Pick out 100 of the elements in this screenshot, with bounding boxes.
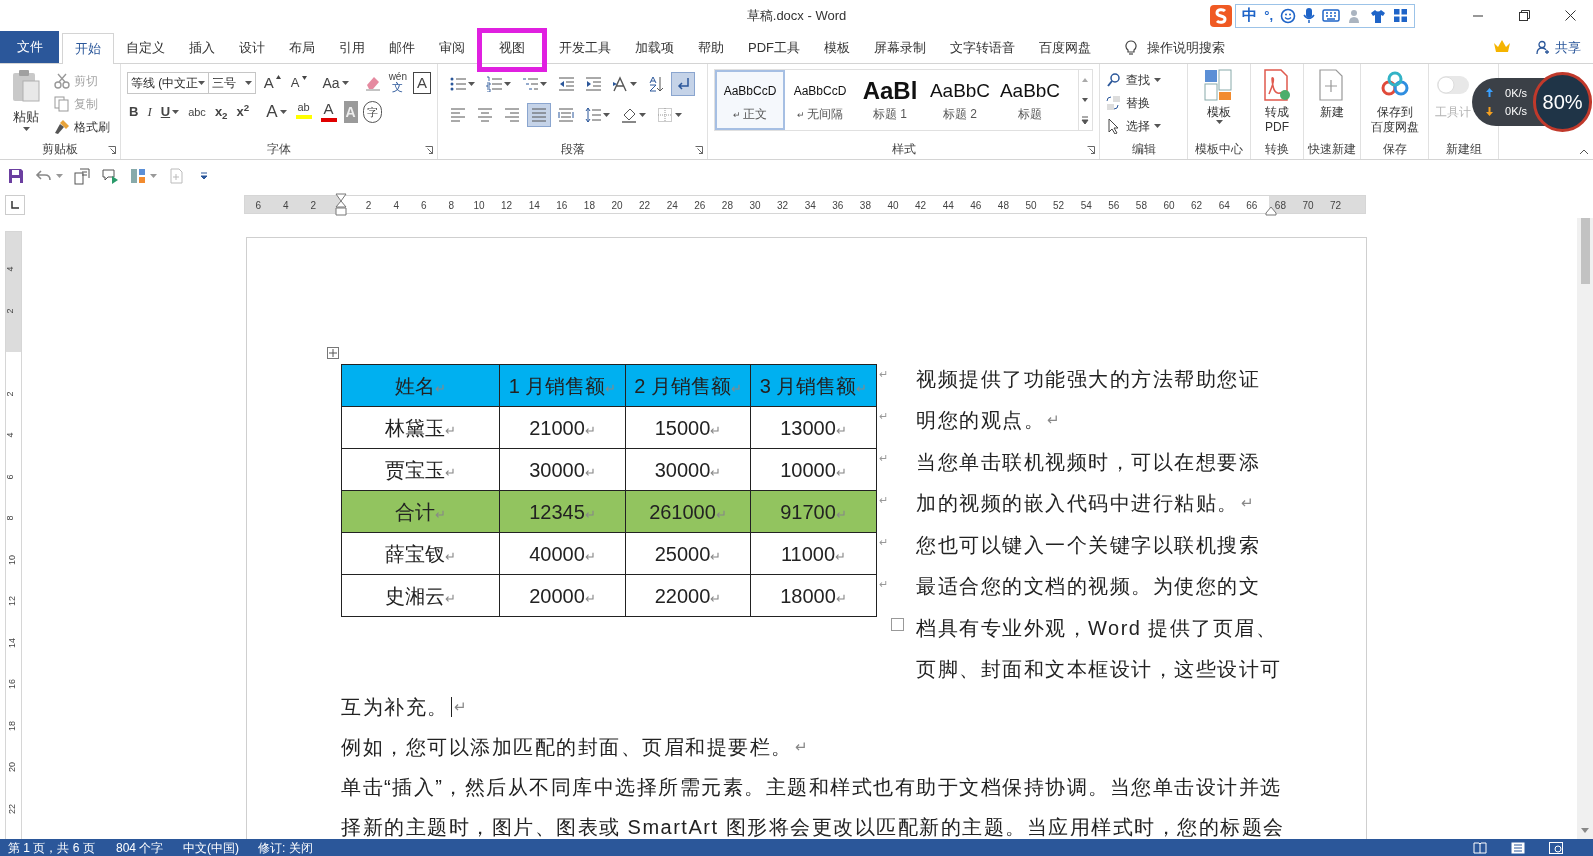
template-button[interactable]: 模板 [1201, 68, 1237, 139]
ribbon-tab[interactable]: 插入 [177, 32, 227, 63]
ruler-number: 12 [501, 199, 513, 213]
style-item[interactable]: AaBbCcD ↵ 正文 [715, 70, 785, 130]
subscript-button[interactable]: x$_{2}$ [212, 101, 230, 123]
search-icon [1106, 72, 1122, 88]
tab-selector-button[interactable] [5, 194, 25, 215]
replace-button[interactable]: 替换 [1106, 93, 1181, 113]
justify-button[interactable] [527, 103, 551, 127]
table-resize-handle-icon[interactable] [891, 618, 904, 631]
dialog-launcher-icon[interactable] [1087, 146, 1095, 154]
collapse-ribbon-icon[interactable] [1579, 149, 1589, 155]
document-list-icon [73, 166, 91, 185]
input-mode-label[interactable]: 中 [1242, 4, 1258, 27]
strike-button[interactable]: abc [186, 101, 208, 123]
style-item[interactable]: AaBl 标题 1 [855, 70, 925, 130]
caret-icon [639, 113, 646, 117]
share-button[interactable]: 共享 [1536, 32, 1581, 63]
phonetic-guide-button[interactable]: wén 文 [388, 72, 407, 94]
text-line: 您也可以键入一个关键字以联机搜索 [916, 532, 1261, 558]
superscript-button[interactable]: x$^{2}$ [234, 101, 252, 123]
row-end-mark: ↵ [879, 409, 888, 424]
table-move-handle-icon[interactable] [327, 347, 339, 359]
smiley-icon[interactable] [1280, 7, 1296, 24]
ribbon-tab[interactable]: 自定义 [114, 32, 177, 63]
tell-me-search[interactable]: 操作说明搜索 [1147, 37, 1225, 58]
close-icon [1564, 10, 1576, 21]
speech-play-icon [101, 166, 119, 185]
font-size-field[interactable]: 三号 [209, 72, 256, 94]
border-button[interactable]: A [413, 72, 431, 94]
effects-button[interactable]: A [264, 101, 289, 123]
shrink-button[interactable]: A [288, 72, 309, 94]
new-button[interactable]: 新建 [1314, 68, 1350, 139]
grid-icon[interactable] [1393, 8, 1408, 23]
style-item[interactable]: AaBbC 标题 [995, 70, 1065, 130]
ribbon-tab[interactable]: 邮件 [377, 32, 427, 63]
table-cell: 史湘云↵ [341, 574, 500, 617]
find-button[interactable]: 查找 [1106, 70, 1181, 90]
dialog-launcher-icon[interactable] [425, 146, 433, 154]
dialog-launcher-icon[interactable] [695, 146, 703, 154]
grow-button[interactable]: A [261, 72, 283, 94]
cloud-button[interactable]: 保存到 百度网盘 [1370, 68, 1419, 139]
italic-button[interactable]: I [145, 101, 154, 123]
dialog-launcher-icon[interactable] [108, 146, 116, 154]
vertical-scrollbar[interactable] [1577, 218, 1593, 839]
ribbon-tab[interactable]: 引用 [327, 32, 377, 63]
upload-speed: 0K/s [1505, 85, 1528, 101]
ribbon-tab[interactable]: 屏幕录制 [862, 32, 938, 63]
scroll-down-arrow-icon[interactable] [1581, 828, 1589, 833]
highlight-button[interactable]: ab [293, 101, 314, 123]
ribbon-tab[interactable]: 加载项 [623, 32, 686, 63]
style-item[interactable]: AaBbC 标题 2 [925, 70, 995, 130]
punctuation-label[interactable]: °, [1264, 5, 1273, 26]
ruler-number: 30 [749, 199, 761, 213]
paste-button[interactable]: 粘贴 [4, 69, 48, 137]
line-spacing-icon [585, 107, 601, 123]
replace-icon [1106, 95, 1122, 111]
ribbon-tab[interactable]: 开发工具 [547, 32, 623, 63]
ribbon-tab[interactable]: 审阅 [427, 32, 477, 63]
ribbon-tab[interactable]: 模板 [812, 32, 862, 63]
ribbon-tab[interactable]: 视图 [487, 32, 537, 63]
clipboard-tool-button[interactable]: 格式刷 [54, 117, 110, 136]
underline-button[interactable]: U [158, 101, 182, 123]
ribbon-tab[interactable]: 布局 [277, 32, 327, 63]
table-cell: 40000↵ [499, 532, 626, 575]
pdf-button[interactable]: 转成 PDF [1259, 68, 1295, 139]
ribbon-tab[interactable]: 百度网盘 [1027, 32, 1103, 63]
style-item[interactable]: AaBbCcD ↵ 无间隔 [785, 70, 855, 130]
right-indent-marker-icon[interactable] [1265, 206, 1277, 216]
scrollbar-thumb[interactable] [1580, 218, 1590, 284]
file-tab[interactable]: 文件 [0, 31, 59, 63]
window-title: 草稿.docx - Word [746, 6, 847, 25]
ribbon-tab[interactable]: 开始 [62, 33, 114, 64]
ribbon-tab[interactable]: 文字转语音 [938, 32, 1027, 63]
ribbon-tab[interactable]: PDF工具 [736, 32, 812, 63]
ruler-number: 4 [3, 266, 16, 272]
microphone-icon[interactable] [1303, 7, 1315, 24]
web-layout-icon[interactable] [1549, 841, 1563, 854]
group-label: 编辑 [1131, 141, 1156, 158]
read-mode-icon[interactable] [1473, 841, 1487, 854]
case-button[interactable]: Aa [320, 72, 351, 94]
color-button[interactable]: A [318, 101, 339, 123]
ruler-number: 46 [970, 199, 982, 213]
decrease-indent-icon [558, 76, 574, 92]
row-end-mark: ↵ [879, 493, 888, 508]
group-label: 新建组 [1445, 141, 1482, 158]
bold-button[interactable]: B [127, 101, 141, 123]
ribbon-tab[interactable]: 设计 [227, 32, 277, 63]
status-text: 804 个字 [116, 839, 165, 856]
group-label: 快速新建 [1308, 141, 1356, 158]
keyboard-icon[interactable] [1322, 9, 1340, 22]
paragraph-mark-button[interactable] [671, 72, 695, 96]
shirt-icon[interactable] [1370, 7, 1386, 24]
select-button[interactable]: 选择 [1106, 116, 1181, 136]
print-layout-icon[interactable] [1511, 841, 1525, 854]
indent-marker-icon[interactable] [335, 193, 347, 217]
table-cell: 18000↵ [750, 574, 877, 617]
ruler-number: 6 [3, 474, 16, 479]
font-name-field[interactable]: 等线 (中文正 [127, 72, 210, 94]
ribbon-tab[interactable]: 帮助 [686, 32, 736, 63]
